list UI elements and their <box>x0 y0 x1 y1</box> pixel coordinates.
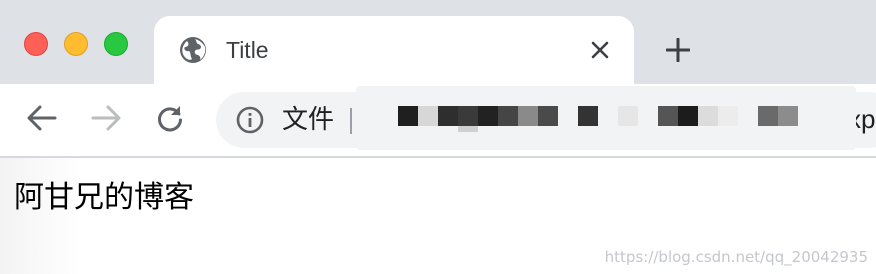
page-heading: 阿甘兄的博客 <box>14 180 194 215</box>
redaction-pixel <box>478 106 498 126</box>
redaction-pixel <box>498 106 518 126</box>
new-tab-button[interactable] <box>660 34 696 70</box>
content-shadow <box>0 158 80 274</box>
redaction-pixel <box>398 106 418 126</box>
window-close-button[interactable] <box>24 32 48 56</box>
redaction-pixel <box>658 106 678 126</box>
page-content: 阿甘兄的博客 https://blog.csdn.net/qq_20042935 <box>0 158 876 274</box>
reload-icon <box>155 103 185 138</box>
redaction-pixel <box>438 106 458 126</box>
window-minimize-button[interactable] <box>64 32 88 56</box>
url-separator <box>350 108 352 134</box>
watermark-text: https://blog.csdn.net/qq_20042935 <box>604 248 868 266</box>
window-maximize-button[interactable] <box>104 32 128 56</box>
redaction-pixel <box>578 106 598 126</box>
redaction-pixel <box>458 106 478 126</box>
back-button[interactable] <box>24 102 60 138</box>
redaction-pixel <box>698 106 718 126</box>
forward-button[interactable] <box>88 102 124 138</box>
back-arrow-icon <box>27 105 57 136</box>
browser-window: Title 文件 xp 阿甘兄的博客 https://blog.csdn.net… <box>0 0 876 274</box>
redaction-pixel <box>758 106 778 126</box>
reload-button[interactable] <box>152 102 188 138</box>
forward-arrow-icon <box>91 105 121 136</box>
plus-icon <box>665 37 691 67</box>
globe-icon <box>178 35 208 65</box>
active-tab[interactable]: Title <box>154 16 634 88</box>
redaction-pixel <box>418 106 438 126</box>
redaction-pixel <box>518 106 538 126</box>
url-scheme-label: 文件 <box>282 105 335 135</box>
redacted-url-overlay <box>356 86 856 150</box>
tab-strip: Title <box>0 0 876 88</box>
redaction-pixel <box>718 106 738 126</box>
redaction-pixel <box>458 126 478 132</box>
info-icon[interactable] <box>236 106 264 134</box>
redaction-pixel <box>538 106 558 126</box>
tab-title: Title <box>226 37 269 63</box>
redaction-pixel <box>618 106 638 126</box>
redaction-pixel <box>778 106 798 126</box>
close-icon[interactable] <box>586 36 614 64</box>
redaction-pixel <box>678 106 698 126</box>
